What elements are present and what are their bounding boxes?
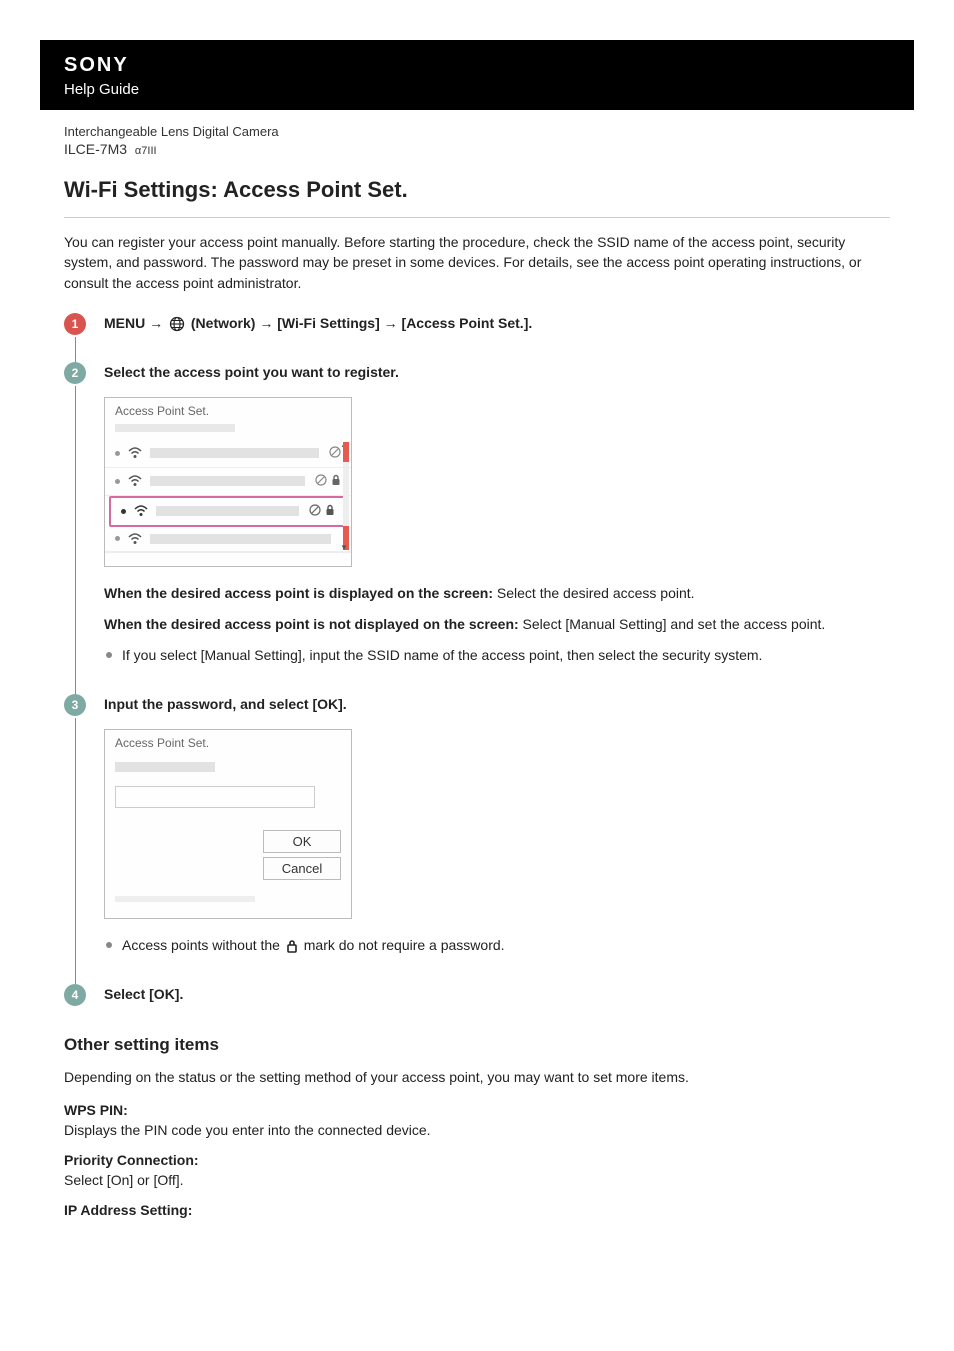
step-2-displayed-label: When the desired access point is display… (104, 585, 493, 601)
step-2-not-displayed-text: Select [Manual Setting] and set the acce… (519, 616, 826, 632)
step-4: 4 Select [OK]. (64, 984, 890, 1005)
scroll-down-icon: ▼ (340, 543, 348, 552)
wps-pin-term: WPS PIN: (64, 1102, 890, 1118)
network-icon (169, 316, 185, 332)
other-settings-heading: Other setting items (64, 1035, 890, 1055)
ssid-placeholder (156, 506, 299, 516)
list-item-selected (109, 496, 347, 527)
cancel-button: Cancel (263, 857, 341, 880)
ssid-placeholder (150, 448, 319, 458)
radio-dot-icon (115, 536, 120, 541)
wifi-icon (134, 505, 148, 517)
info-icon (309, 504, 321, 519)
product-meta: Interchangeable Lens Digital Camera ILCE… (0, 110, 954, 157)
step-3-bullet-post: mark do not require a password. (304, 937, 505, 953)
other-settings-list: WPS PIN: Displays the PIN code you enter… (64, 1102, 890, 1218)
brand-logo: SONY (64, 54, 890, 77)
screenshot-2-footer-bar (115, 896, 255, 902)
lock-icon (331, 474, 341, 489)
screenshot-2-title: Access Point Set. (105, 730, 351, 752)
step-1-text-post: → [Wi-Fi Settings] → [Access Point Set.]… (259, 315, 532, 331)
product-line: Interchangeable Lens Digital Camera (64, 124, 930, 139)
screenshot-password-entry: Access Point Set. OK Cancel (104, 729, 352, 919)
priority-connection-desc: Select [On] or [Off]. (64, 1172, 890, 1188)
step-1-icon-label: (Network) (191, 315, 256, 331)
wifi-icon (128, 447, 142, 459)
intro-paragraph: You can register your access point manua… (64, 232, 890, 293)
lock-icon (286, 939, 298, 953)
step-3-bullet-pre: Access points without the (122, 937, 284, 953)
model-suffix: α7III (135, 145, 157, 157)
wifi-icon (128, 533, 142, 545)
screenshot-2-ssid-bar (115, 762, 215, 772)
step-2-bullet-1: If you select [Manual Setting], input th… (104, 645, 890, 666)
page-title: Wi-Fi Settings: Access Point Set. (64, 177, 890, 203)
list-item (105, 440, 351, 468)
scrollbar: ▲ ▼ (343, 442, 349, 550)
step-2-head: Select the access point you want to regi… (104, 362, 890, 383)
step-1: 1 MENU → (Network) → [Wi-Fi Settings] → … (64, 313, 890, 334)
title-rule (64, 217, 890, 218)
password-field (115, 786, 315, 808)
ip-address-setting-term: IP Address Setting: (64, 1202, 890, 1218)
help-guide-label: Help Guide (64, 81, 890, 98)
screenshot-1-list: ▲ ▼ (105, 440, 351, 552)
screenshot-1-subbar (115, 424, 235, 432)
list-item (105, 468, 351, 496)
priority-connection-term: Priority Connection: (64, 1152, 890, 1168)
step-3: 3 Input the password, and select [OK]. A… (64, 694, 890, 956)
radio-dot-icon (115, 479, 120, 484)
radio-dot-icon (121, 509, 126, 514)
step-2-displayed-text: Select the desired access point. (493, 585, 695, 601)
step-4-head: Select [OK]. (104, 984, 890, 1005)
lock-icon (325, 504, 335, 519)
step-badge-3: 3 (64, 694, 86, 716)
header-bar: SONY Help Guide (40, 40, 914, 110)
scrollbar-thumb (343, 442, 349, 462)
ssid-placeholder (150, 476, 305, 486)
other-settings-intro: Depending on the status or the setting m… (64, 1067, 890, 1088)
step-2-displayed: When the desired access point is display… (104, 583, 890, 604)
ssid-placeholder (150, 534, 331, 544)
radio-dot-icon (115, 451, 120, 456)
step-3-bullet-1: Access points without the mark do not re… (104, 935, 890, 956)
model-number: ILCE-7M3 α7III (64, 141, 930, 157)
step-2: 2 Select the access point you want to re… (64, 362, 890, 666)
screenshot-1-title: Access Point Set. (105, 398, 351, 420)
step-1-head: MENU → (Network) → [Wi-Fi Settings] → [A… (104, 313, 890, 334)
info-icon (315, 474, 327, 489)
step-badge-1: 1 (64, 313, 86, 335)
step-badge-4: 4 (64, 984, 86, 1006)
step-2-not-displayed-label: When the desired access point is not dis… (104, 616, 519, 632)
ok-button: OK (263, 830, 341, 853)
list-item (105, 527, 351, 552)
screenshot-access-point-list: Access Point Set. (104, 397, 352, 567)
wifi-icon (128, 475, 142, 487)
step-1-text-pre: MENU → (104, 315, 167, 331)
step-badge-2: 2 (64, 362, 86, 384)
model-main: ILCE-7M3 (64, 141, 127, 157)
step-3-head: Input the password, and select [OK]. (104, 694, 890, 715)
step-2-not-displayed: When the desired access point is not dis… (104, 614, 890, 635)
wps-pin-desc: Displays the PIN code you enter into the… (64, 1122, 890, 1138)
